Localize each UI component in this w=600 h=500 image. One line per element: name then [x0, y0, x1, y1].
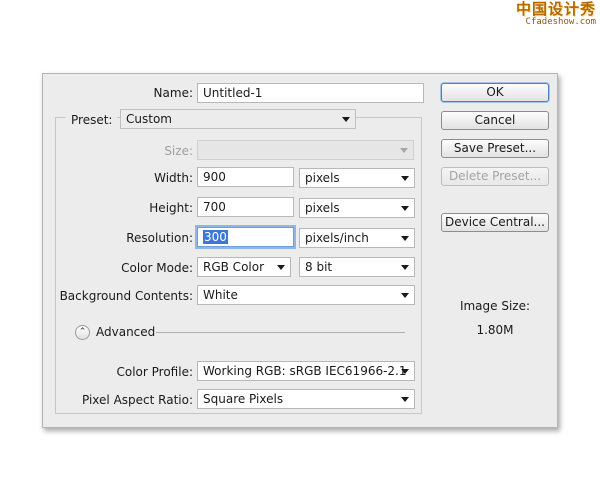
resolution-unit-select[interactable]: pixels/inch — [299, 228, 415, 248]
height-label: Height: — [149, 201, 193, 215]
color-mode-label: Color Mode: — [121, 261, 193, 275]
background-contents-label: Background Contents: — [59, 289, 193, 303]
chevron-down-icon — [401, 265, 409, 270]
chevron-down-icon — [401, 176, 409, 181]
image-size-label: Image Size: — [459, 299, 531, 313]
new-document-dialog: Name: Untitled-1 Preset: Custom Size: Wi… — [42, 73, 558, 428]
pixel-aspect-ratio-value: Square Pixels — [203, 392, 284, 406]
chevron-down-icon — [401, 369, 409, 374]
chevron-down-icon — [401, 236, 409, 241]
size-select[interactable] — [197, 140, 414, 160]
screenshot-root: 中国设计秀 Cfadeshow.com Name: Untitled-1 Pre… — [0, 0, 600, 500]
width-label: Width: — [154, 171, 193, 185]
resolution-input-selected-text: 300 — [203, 230, 228, 244]
pixel-aspect-ratio-label: Pixel Aspect Ratio: — [82, 393, 193, 407]
height-input[interactable]: 700 — [197, 197, 294, 217]
cancel-button[interactable]: Cancel — [441, 111, 549, 130]
color-profile-select[interactable]: Working RGB: sRGB IEC61966-2.1 — [197, 361, 415, 381]
delete-preset-button[interactable]: Delete Preset... — [441, 167, 549, 186]
height-unit-select[interactable]: pixels — [299, 198, 415, 218]
height-unit-value: pixels — [305, 201, 340, 215]
resolution-input[interactable]: 300 — [197, 227, 294, 247]
name-input[interactable]: Untitled-1 — [197, 83, 424, 103]
preset-select-value: Custom — [126, 112, 172, 126]
chevron-down-icon — [342, 117, 350, 122]
chevron-down-icon — [401, 206, 409, 211]
chevron-down-icon — [401, 293, 409, 298]
color-profile-label: Color Profile: — [116, 365, 194, 379]
watermark-logo: 中国设计秀 Cfadeshow.com — [516, 2, 596, 27]
pixel-aspect-ratio-select[interactable]: Square Pixels — [197, 389, 415, 409]
width-unit-select[interactable]: pixels — [299, 168, 415, 188]
advanced-divider — [156, 332, 405, 333]
resolution-label: Resolution: — [126, 231, 193, 245]
bit-depth-value: 8 bit — [305, 260, 333, 274]
save-preset-button[interactable]: Save Preset... — [441, 139, 549, 158]
chevron-up-double-icon: ⌃ — [78, 327, 87, 337]
width-unit-value: pixels — [305, 171, 340, 185]
color-profile-value: Working RGB: sRGB IEC61966-2.1 — [203, 364, 407, 378]
width-input[interactable]: 900 — [197, 167, 294, 187]
size-label: Size: — [164, 144, 193, 158]
advanced-label: Advanced — [96, 325, 156, 339]
chevron-down-icon — [400, 148, 408, 153]
chevron-down-icon — [277, 265, 285, 270]
background-contents-select[interactable]: White — [197, 285, 415, 305]
background-contents-value: White — [203, 288, 238, 302]
ok-button[interactable]: OK — [441, 83, 549, 102]
image-size-value: 1.80M — [476, 323, 514, 337]
device-central-button[interactable]: Device Central... — [441, 213, 549, 232]
watermark-url-text: Cfadeshow.com — [525, 17, 596, 27]
advanced-toggle-button[interactable]: ⌃ — [75, 325, 90, 340]
name-label: Name: — [153, 86, 193, 100]
bit-depth-select[interactable]: 8 bit — [299, 257, 415, 277]
color-mode-select[interactable]: RGB Color — [197, 257, 291, 277]
watermark-chinese-text: 中国设计秀 — [515, 0, 596, 18]
chevron-down-icon — [401, 397, 409, 402]
color-mode-value: RGB Color — [203, 260, 265, 274]
preset-label: Preset: — [66, 113, 118, 127]
preset-select[interactable]: Custom — [120, 109, 356, 129]
resolution-unit-value: pixels/inch — [305, 231, 369, 245]
